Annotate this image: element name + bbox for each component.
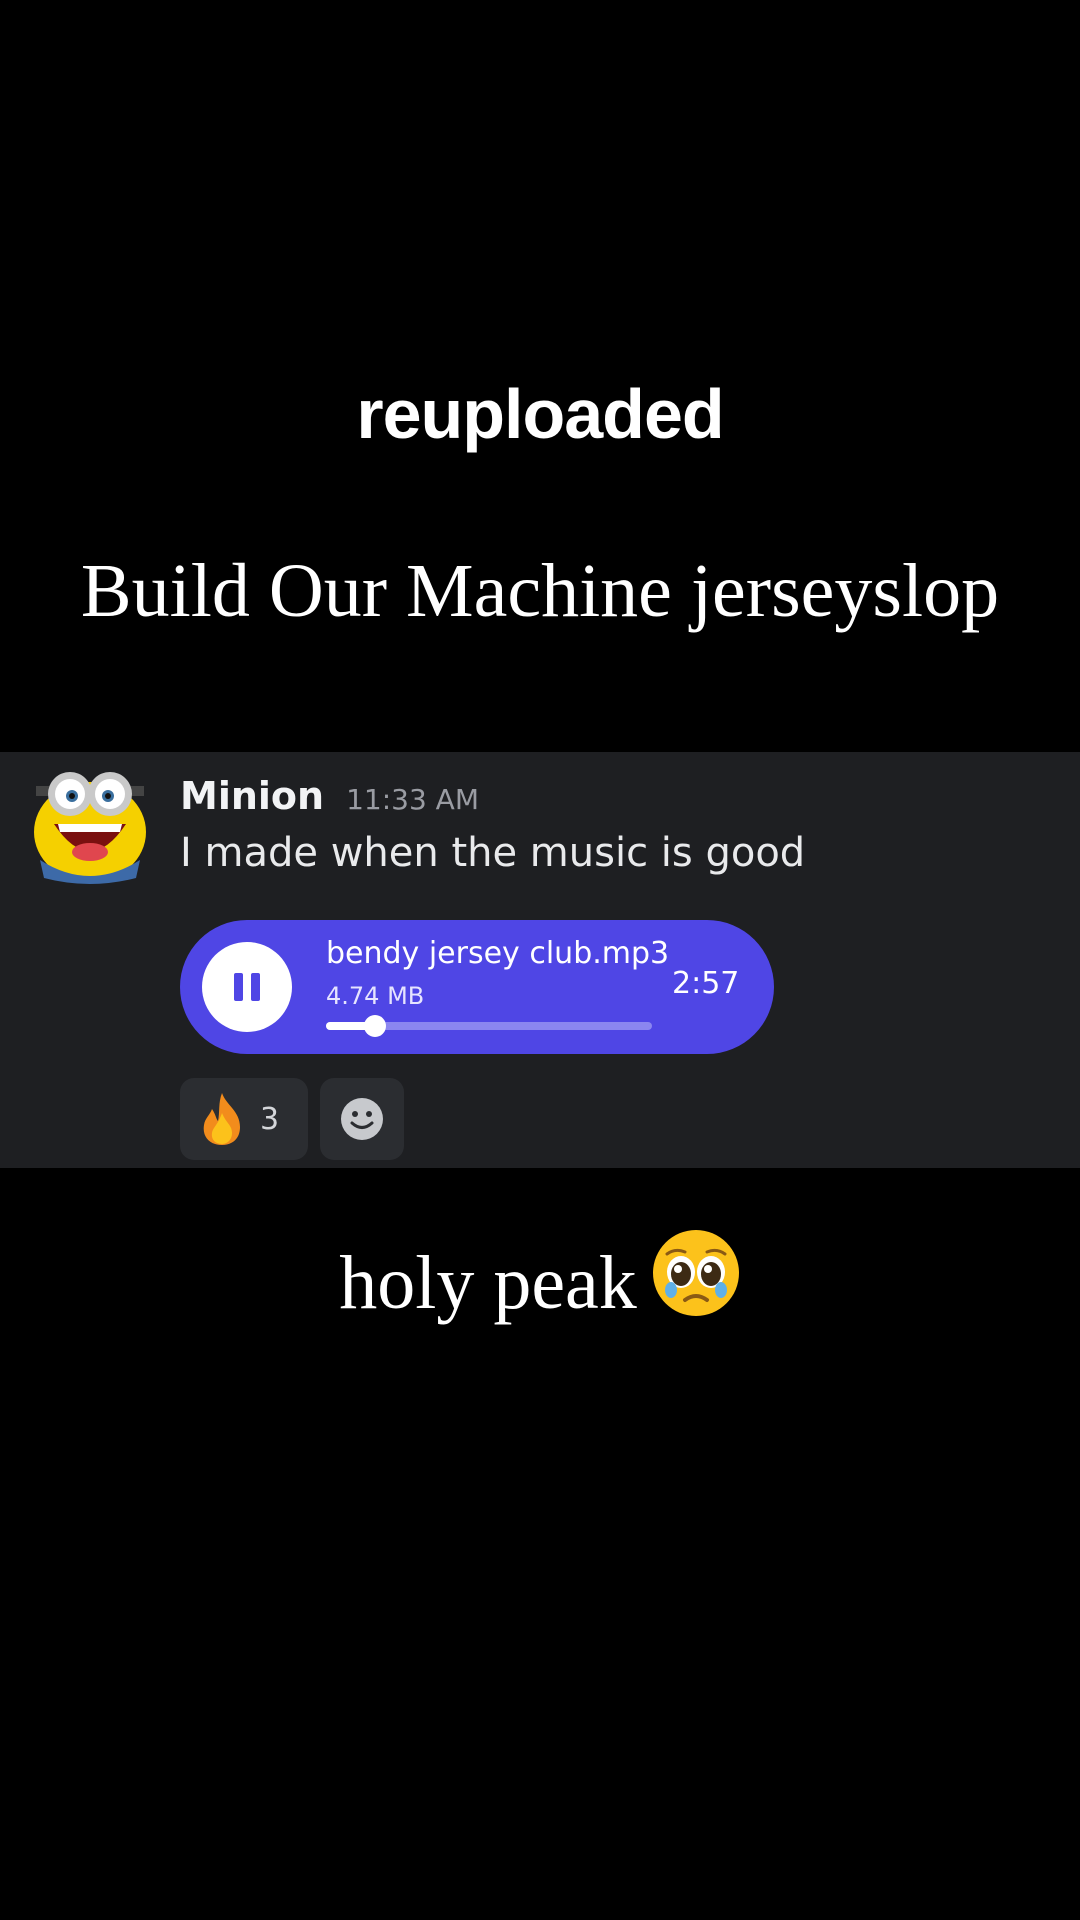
reaction-count: 3 <box>260 1101 280 1137</box>
message-text: I made when the music is good <box>180 830 806 876</box>
add-reaction-button[interactable] <box>320 1078 404 1160</box>
overlay-top-text: reuploaded <box>356 375 724 453</box>
pleading-face-icon <box>651 1228 741 1337</box>
fire-icon <box>203 1093 240 1145</box>
reaction-fire[interactable]: 3 <box>180 1078 308 1160</box>
minion-avatar-icon[interactable] <box>30 760 150 884</box>
chat-message-panel: Minion 11:33 AM I made when the music is… <box>0 752 1080 1168</box>
audio-progress-handle[interactable] <box>363 1015 386 1037</box>
overlay-caption: holy peak <box>0 1228 1080 1337</box>
audio-progress-bar[interactable] <box>326 1015 652 1037</box>
pause-icon <box>234 973 243 1001</box>
caption-text: holy peak <box>339 1241 637 1325</box>
audio-attachment: bendy jersey club.mp3 4.74 MB 2:57 <box>180 920 774 1054</box>
message-header: Minion 11:33 AM <box>180 774 479 824</box>
audio-filesize: 4.74 MB <box>326 982 425 1010</box>
smiley-add-reaction-icon <box>341 1098 383 1140</box>
audio-duration: 2:57 <box>672 966 740 1001</box>
pause-button[interactable] <box>202 942 292 1032</box>
overlay-title: Build Our Machine jerseyslop <box>80 549 1000 633</box>
timestamp: 11:33 AM <box>346 783 479 816</box>
username[interactable]: Minion <box>180 774 324 818</box>
audio-filename[interactable]: bendy jersey club.mp3 <box>326 936 669 971</box>
